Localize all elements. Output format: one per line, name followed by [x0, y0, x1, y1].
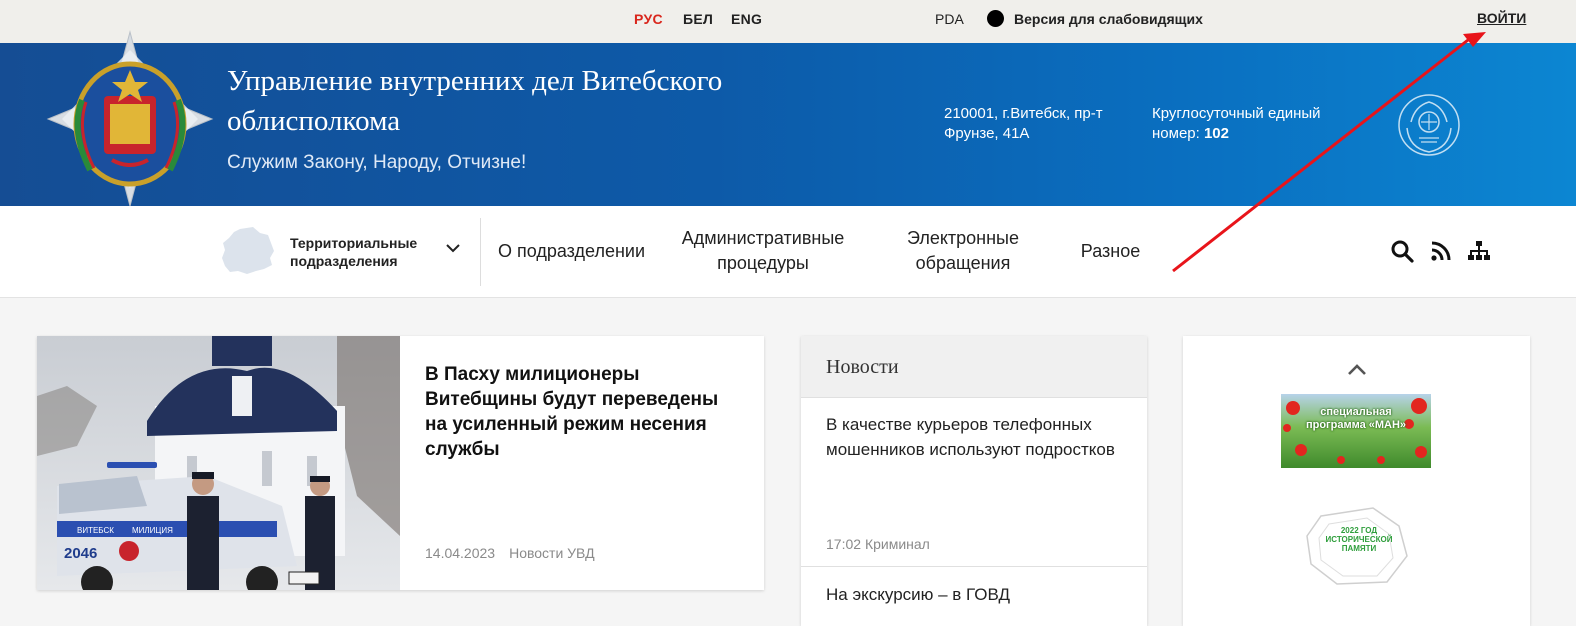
main-navigation: Территориальные подразделения О подразде… [0, 206, 1576, 298]
banners-panel: специальная программа «МАН» 2022 ГОД ИСТ… [1183, 336, 1530, 626]
site-header: Управление внутренних дел Витебского обл… [0, 30, 1576, 208]
featured-news-date: 14.04.2023 [425, 545, 496, 561]
nav-divider [480, 218, 481, 286]
featured-news-photo[interactable]: ВИТЕБСК МИЛИЦИЯ 2046 [37, 336, 400, 590]
nav-item-e-appeals[interactable]: Электронные обращения [887, 226, 1039, 276]
historical-memory-2022-banner[interactable]: 2022 ГОД ИСТОРИЧЕСКОЙ ПАМЯТИ [1303, 506, 1413, 586]
news-panel-title[interactable]: Новости [826, 356, 899, 379]
address-text: 210001, г.Витебск, пр-т Фрунзе, 41А [944, 105, 1103, 142]
language-ru-link[interactable]: РУС [634, 11, 663, 27]
featured-news-card[interactable]: ВИТЕБСК МИЛИЦИЯ 2046 В Пасху милиционеры… [37, 336, 764, 590]
featured-news-category[interactable]: Новости УВД [509, 545, 595, 561]
nav-item-misc[interactable]: Разное [1078, 239, 1143, 264]
chevron-down-icon[interactable] [445, 241, 461, 255]
photo-car-number: 2046 [64, 545, 97, 562]
chevron-up-icon[interactable] [1347, 363, 1367, 377]
hotline-label: Круглосуточный единый номер: [1152, 105, 1321, 142]
man-program-banner[interactable]: специальная программа «МАН» [1281, 394, 1431, 468]
news-item-time: 17:02 [826, 536, 862, 552]
photo-car-label-city: ВИТЕБСК [77, 526, 114, 535]
pda-version-link[interactable]: PDA [935, 11, 964, 27]
nav-item-admin-procedures[interactable]: Административные процедуры [673, 226, 853, 276]
nav-item-about[interactable]: О подразделении [498, 239, 648, 264]
news-item-category[interactable]: Криминал [865, 536, 930, 552]
news-item-meta: 17:02 Криминал [826, 536, 930, 552]
search-icon[interactable] [1390, 239, 1414, 263]
rss-icon[interactable] [1429, 239, 1453, 263]
news-item-title-2[interactable]: На экскурсию – в ГОВД [826, 582, 1126, 607]
man-program-banner-text: специальная программа «МАН» [1305, 406, 1407, 431]
organization-title[interactable]: Управление внутренних дел Витебского обл… [227, 61, 787, 141]
territorial-units-menu[interactable]: Территориальные подразделения [290, 234, 440, 270]
language-be-link[interactable]: БЕЛ [683, 11, 713, 27]
state-emblem-icon[interactable] [1395, 92, 1463, 158]
belarus-map-icon[interactable] [220, 226, 276, 276]
featured-news-headline[interactable]: В Пасху милиционеры Витебщины будут пере… [425, 362, 745, 462]
news-divider [801, 566, 1147, 567]
hotline-text: Круглосуточный единый номер: 102 [1152, 104, 1352, 144]
low-vision-icon[interactable] [987, 10, 1004, 27]
organization-motto: Служим Закону, Народу, Отчизне! [227, 152, 527, 173]
photo-car-label-police: МИЛИЦИЯ [132, 526, 173, 535]
news-panel: Новости В качестве курьеров телефонных м… [801, 336, 1147, 626]
sitemap-icon[interactable] [1467, 239, 1491, 263]
news-panel-header: Новости [801, 336, 1147, 398]
low-vision-link[interactable]: Версия для слабовидящих [1014, 11, 1203, 27]
login-link[interactable]: ВОЙТИ [1477, 10, 1526, 26]
historical-memory-banner-text: 2022 ГОД ИСТОРИЧЕСКОЙ ПАМЯТИ [1325, 526, 1393, 553]
featured-news-meta: 14.04.2023 Новости УВД [425, 545, 595, 561]
police-emblem-logo[interactable] [42, 30, 218, 208]
hotline-number: 102 [1203, 125, 1229, 142]
top-utility-bar: РУС БЕЛ ENG PDA Версия для слабовидящих … [0, 0, 1576, 43]
language-en-link[interactable]: ENG [731, 11, 762, 27]
news-item-title[interactable]: В качестве курьеров телефонных мошеннико… [826, 412, 1126, 462]
